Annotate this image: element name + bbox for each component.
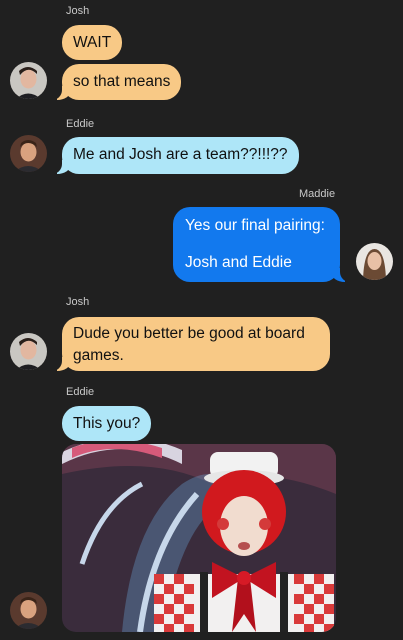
message-text: Me and Josh are a team??!!!?? [73,146,288,163]
avatar-josh[interactable] [10,62,47,99]
avatar-eddie[interactable] [10,135,47,172]
message-bubble-wait[interactable]: WAIT [62,25,123,60]
maddie-avatar-icon [356,243,393,280]
message-text-line: Dude you better be good at board [73,325,305,342]
message-text: WAIT [73,34,112,51]
sender-name: Eddie [66,118,95,130]
josh-avatar-icon [10,333,47,370]
message-text-line: Josh and Eddie [185,254,292,271]
message-text: so that means [73,73,171,90]
sender-name: Maddie [299,188,336,200]
message-text-line: Yes our final pairing: [185,217,325,234]
photo-attachment[interactable] [62,444,336,632]
message-bubble-this-you[interactable]: This you? [62,406,152,441]
message-bubble-team[interactable]: Me and Josh are a team??!!!?? [52,137,299,174]
message-bubble-final-pairing[interactable]: Yes our final pairing: Josh and Eddie [173,207,350,282]
sender-name: Eddie [66,386,95,398]
avatar-maddie[interactable] [356,243,393,280]
message-text: This you? [73,415,141,432]
avatar-josh[interactable] [10,333,47,370]
eddie-avatar-icon [10,592,47,629]
eddie-avatar-icon [10,135,47,172]
message-bubble-board-games[interactable]: Dude you better be good at board games. [52,317,330,371]
sender-name: Josh [66,5,90,17]
message-bubble-so-that-means[interactable]: so that means [51,64,182,100]
message-text-line: games. [73,347,124,364]
sender-name: Josh [66,296,90,308]
josh-avatar-icon [10,62,47,99]
avatar-eddie[interactable] [10,592,47,629]
clown-photo-icon [62,444,336,632]
